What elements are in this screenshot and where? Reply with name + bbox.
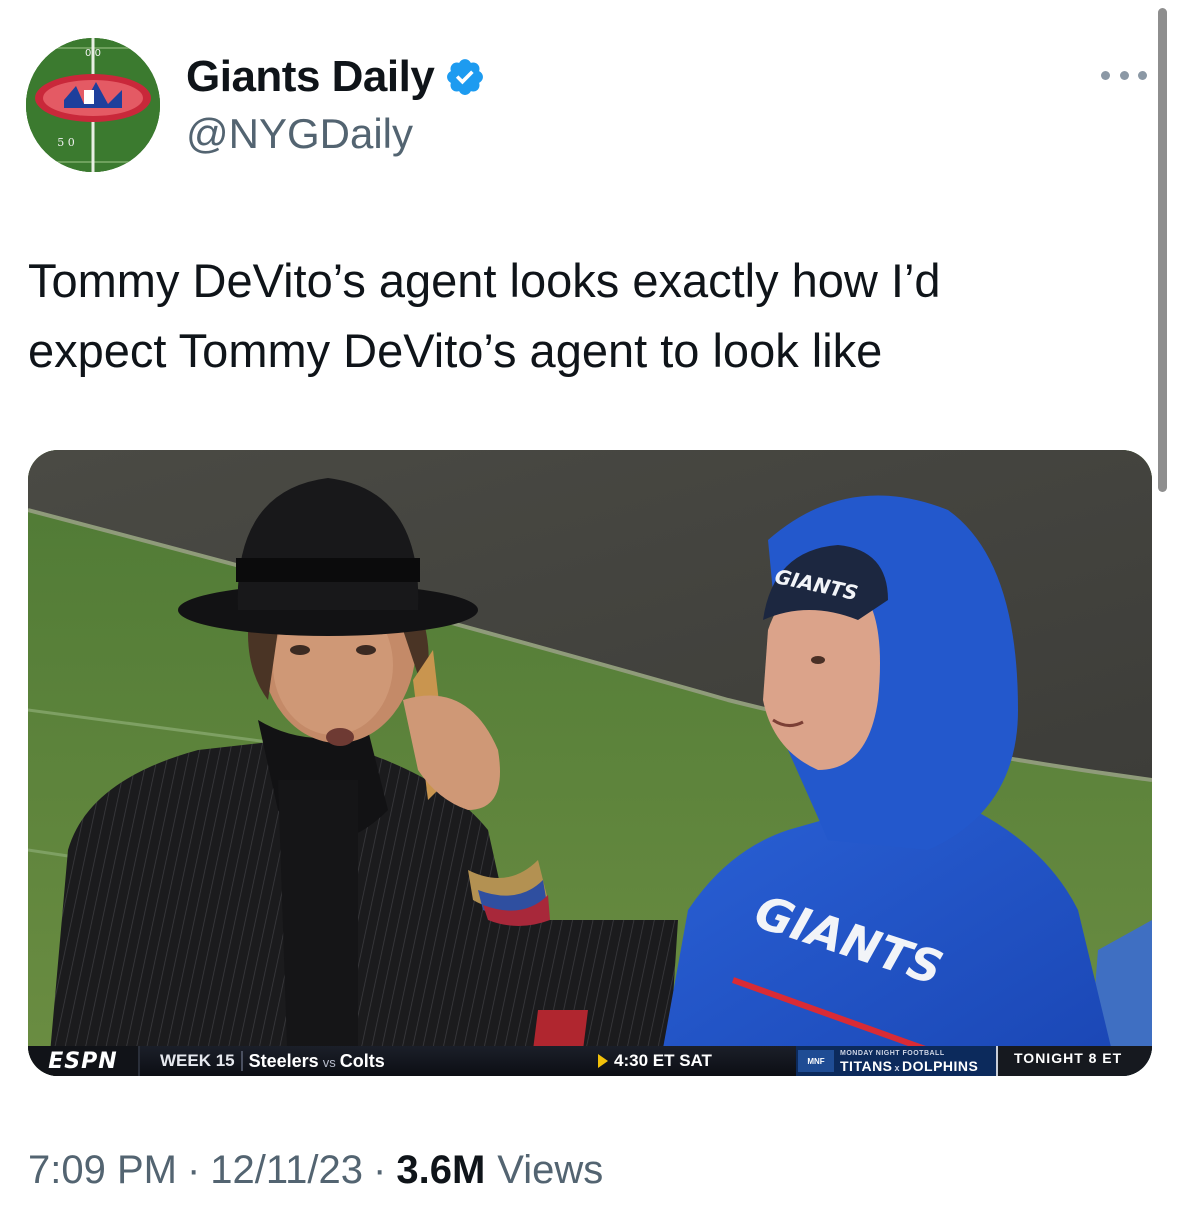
avatar-yard-bottom: 5 0 xyxy=(57,136,75,149)
tweet-text: Tommy DeVito’s agent looks exactly how I… xyxy=(28,246,1138,386)
ticker-mnf-block: MNF MONDAY NIGHT FOOTBALL TITANS x DOLPHIN… xyxy=(796,1046,996,1076)
mnf-logo-icon: MNF xyxy=(798,1050,834,1072)
ticker-tonight: TONIGHT 8 ET xyxy=(996,1046,1152,1076)
mnf-teams: TITANS x DOLPHINS xyxy=(840,1059,978,1073)
ticker-time: 4:30 ET SAT xyxy=(614,1051,712,1070)
more-options-icon[interactable] xyxy=(1101,64,1147,86)
tweet-detail-view: 0 0 5 0 Giants Daily @NYGDaily Tommy DeV… xyxy=(0,0,1179,1223)
ticker-week: WEEK 15 xyxy=(160,1051,235,1070)
ticker-divider xyxy=(240,1051,243,1071)
tweet-meta: 7:09 PM · 12/11/23 · 3.6M Views xyxy=(28,1148,603,1193)
views-label: Views xyxy=(497,1148,604,1192)
tweet-date[interactable]: 12/11/23 xyxy=(210,1148,363,1193)
author-name-row: Giants Daily xyxy=(186,52,486,102)
espn-logo: ESPN xyxy=(28,1046,140,1076)
avatar-yard-top: 0 0 xyxy=(85,48,101,59)
tweet-time[interactable]: 7:09 PM xyxy=(28,1148,177,1193)
mnf-text: MONDAY NIGHT FOOTBALL TITANS x DOLPHINS xyxy=(840,1050,978,1073)
ticker-vs: vs xyxy=(322,1054,336,1070)
mnf-label: MONDAY NIGHT FOOTBALL xyxy=(840,1049,945,1057)
handle[interactable]: @NYGDaily xyxy=(186,110,413,158)
avatar[interactable]: 0 0 5 0 xyxy=(26,38,160,172)
ticker-game-time: 4:30 ET SAT xyxy=(598,1046,712,1076)
play-arrow-icon xyxy=(598,1054,608,1068)
scrollbar[interactable] xyxy=(1158,8,1167,492)
mnf-team-b: DOLPHINS xyxy=(902,1057,979,1074)
mnf-team-a: TITANS xyxy=(840,1057,893,1074)
verified-badge-icon xyxy=(447,59,484,95)
tweet-text-line: Tommy DeVito’s agent looks exactly how I… xyxy=(28,254,941,307)
espn-ticker: ESPN WEEK 15 Steelers vs Colts 4:30 ET SAT… xyxy=(28,1046,1152,1076)
display-name[interactable]: Giants Daily xyxy=(186,52,435,102)
ticker-team-a: Steelers xyxy=(248,1050,319,1071)
views-count: 3.6M xyxy=(396,1148,486,1192)
tweet-text-line: expect Tommy DeVito’s agent to look like xyxy=(28,324,883,377)
meta-separator: · xyxy=(186,1148,201,1192)
ticker-team-b: Colts xyxy=(339,1050,385,1071)
photo-scene: GIANTS GIANTS xyxy=(28,450,1152,1076)
tweet-media-image[interactable]: GIANTS GIANTS ESPN WEEK 15 Steelers vs Col… xyxy=(28,450,1152,1076)
ticker-matchup: Steelers vs Colts xyxy=(249,1051,385,1072)
meta-separator: · xyxy=(373,1148,387,1192)
mnf-x: x xyxy=(894,1062,901,1073)
